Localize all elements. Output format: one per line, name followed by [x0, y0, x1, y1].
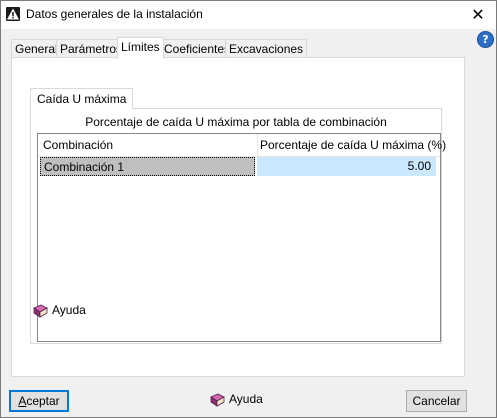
limites-panel: Caída U máxima Porcentaje de caída U máx…	[11, 57, 465, 377]
warning-triangle-icon	[6, 7, 20, 21]
column-header-combinacion[interactable]: Combinación	[43, 134, 253, 156]
cell-percent[interactable]: 5.00	[257, 157, 436, 176]
grid-caption: Porcentaje de caída U máxima por tabla d…	[85, 115, 387, 129]
window-title: Datos generales de la instalación	[26, 7, 203, 21]
tab-parametros[interactable]: Parámetros	[56, 39, 127, 58]
column-separator[interactable]	[257, 134, 258, 156]
tab-caida-u-maxima[interactable]: Caída U máxima	[30, 88, 134, 109]
help-link-inner[interactable]: Ayuda	[32, 301, 86, 319]
title-bar: Datos generales de la instalación ✕	[1, 1, 496, 29]
cell-combination[interactable]: Combinación 1	[40, 157, 255, 176]
grid-header: Combinación Porcentaje de caída U máxima…	[38, 134, 446, 157]
cancel-button[interactable]: Cancelar	[406, 390, 467, 412]
table-row[interactable]: Combinación 1 5.00	[38, 157, 436, 176]
close-button[interactable]: ✕	[463, 3, 493, 27]
combination-grid: Combinación Porcentaje de caída U máxima…	[37, 133, 446, 342]
accept-button[interactable]: Aceptar	[9, 390, 69, 412]
help-link-footer[interactable]: Ayuda	[209, 390, 263, 408]
book-icon	[32, 304, 48, 318]
caida-u-maxima-panel: Porcentaje de caída U máxima por tabla d…	[30, 108, 446, 344]
tab-coeficientes[interactable]: Coeficientes	[160, 39, 235, 58]
help-label: Ayuda	[229, 392, 263, 406]
book-icon	[209, 393, 225, 407]
tab-excavaciones[interactable]: Excavaciones	[225, 39, 308, 58]
column-header-porcentaje[interactable]: Porcentaje de caída U máxima (%)	[260, 134, 446, 156]
dialog-window: Datos generales de la instalación ✕ ? Ge…	[0, 0, 497, 418]
tab-limites[interactable]: Límites	[117, 37, 164, 59]
question-icon[interactable]: ?	[477, 31, 494, 48]
tab-general[interactable]: General	[11, 39, 62, 58]
help-label: Ayuda	[52, 303, 86, 317]
